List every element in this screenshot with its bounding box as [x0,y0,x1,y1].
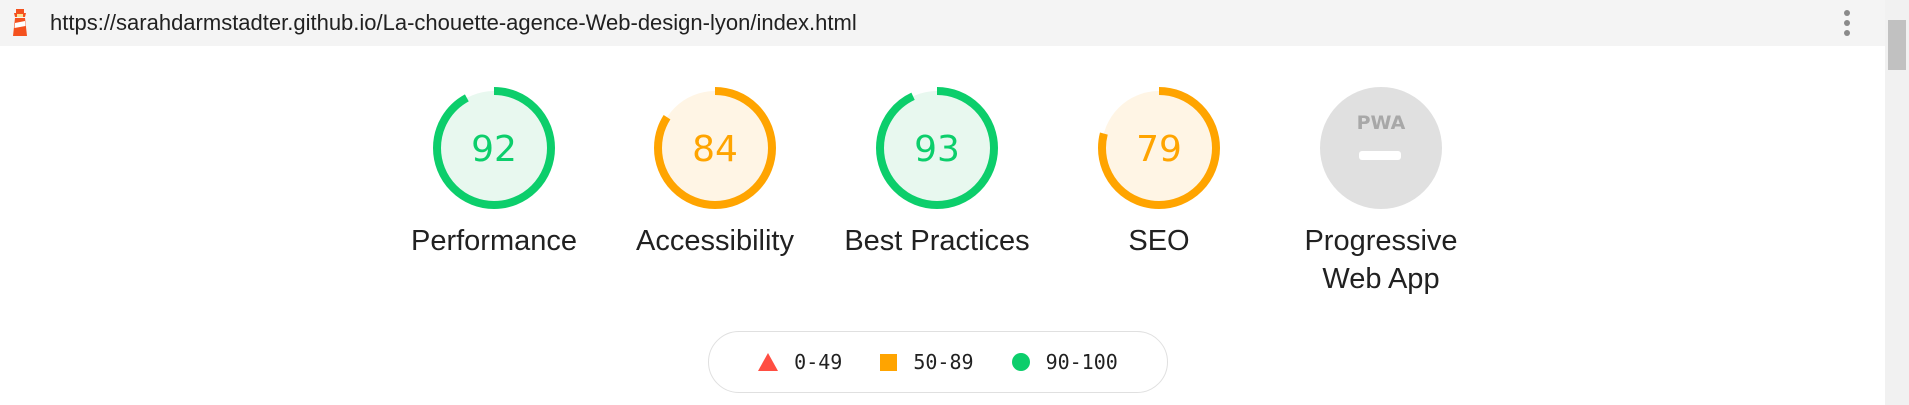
gauge-pwa[interactable]: PWA Progressive Web App [1271,86,1491,298]
browser-toolbar: https://sarahdarmstadter.github.io/La-ch… [0,0,1885,46]
gauge-label: Accessibility [636,225,794,257]
pwa-badge: PWA [1320,87,1442,209]
legend-fail: 0-49 [758,350,842,374]
legend-average: 50-89 [880,350,974,374]
gauge-best-practices[interactable]: 93 Best Practices [827,86,1047,260]
score-legend: 0-49 50-89 90-100 [708,331,1168,393]
triangle-icon [758,353,779,371]
pwa-dash [1359,151,1401,160]
gauge-score: 93 [914,129,960,170]
gauge-seo[interactable]: 79 SEO [1049,86,1269,260]
circle-icon [1011,353,1030,371]
gauge-label: Best Practices [844,225,1030,257]
legend-average-range: 50-89 [913,350,974,374]
scrollbar[interactable] [1885,0,1909,405]
gauge-score: 84 [692,129,738,170]
legend-pass-range: 90-100 [1045,350,1118,374]
gauge-performance[interactable]: 92 Performance [384,86,604,260]
gauge-score: 92 [471,129,517,170]
pwa-background [1320,87,1442,209]
square-icon [880,353,898,371]
legend-fail-range: 0-49 [794,350,843,374]
scrollbar-thumb[interactable] [1888,20,1906,70]
gauge-ring: 93 [876,87,998,209]
pwa-logo-text: PWA [1357,112,1406,134]
gauge-score: 79 [1136,129,1182,170]
gauge-ring: 79 [1098,87,1220,209]
gauge-label: Progressive Web App [1271,222,1491,298]
lighthouse-icon [13,9,27,36]
pwa-label-line1: Progressive [1304,225,1458,257]
more-vertical-icon[interactable] [1839,10,1855,36]
pwa-label-line2: Web App [1322,263,1440,295]
gauge-ring: 84 [654,87,776,209]
gauge-label: Performance [410,225,577,257]
gauge-ring: 92 [433,87,555,209]
gauge-accessibility[interactable]: 84 Accessibility [605,86,825,260]
gauge-label: SEO [1128,225,1190,257]
legend-pass: 90-100 [1011,350,1118,374]
page-url[interactable]: https://sarahdarmstadter.github.io/La-ch… [50,10,857,36]
